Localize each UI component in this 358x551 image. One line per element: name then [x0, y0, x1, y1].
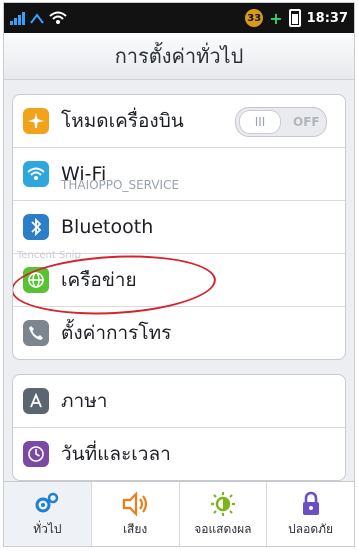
tab-display[interactable]: จอแสดงผล	[180, 482, 268, 546]
tab-sound[interactable]: เสียง	[92, 482, 180, 546]
bottom-tab-bar: ทั่วไป เสียง จอแสดงผล ปลอดภัย	[4, 481, 354, 546]
settings-group-1: โหมดเครื่องบิน III OFF Wi-Fi THAIOPPO_SE…	[12, 94, 346, 360]
airplane-mode-label: โหมดเครื่องบิน	[61, 110, 184, 132]
wifi-status-icon	[49, 11, 67, 24]
row-call-settings[interactable]: ตั้งค่าการโทร	[13, 307, 345, 359]
globe-icon	[23, 267, 49, 293]
row-network[interactable]: Tencent Snip เครือข่าย	[13, 250, 345, 320]
row-bluetooth[interactable]: Bluetooth	[13, 201, 345, 254]
tab-general-label: ทั่วไป	[33, 521, 62, 536]
title-bar: การตั้งค่าทั่วไป	[4, 33, 354, 80]
status-right: 33 + 18:37	[245, 9, 348, 28]
status-bar: 33 + 18:37	[4, 3, 354, 33]
plus-icon: +	[269, 8, 283, 28]
speaker-icon	[121, 490, 149, 518]
network-label: เครือข่าย	[61, 269, 137, 291]
clock-icon	[23, 441, 49, 467]
watermark-text: Tencent Snip	[17, 250, 81, 261]
gears-icon	[33, 490, 61, 518]
airplane-mode-toggle[interactable]: III OFF	[235, 107, 327, 137]
row-airplane-mode[interactable]: โหมดเครื่องบิน III OFF	[13, 95, 345, 148]
page-title: การตั้งค่าทั่วไป	[114, 44, 244, 68]
settings-screen: 33 + 18:37 การตั้งค่าทั่วไป โหมดเครื่องบ…	[3, 2, 355, 547]
signal-icon	[10, 11, 25, 25]
date-time-label: วันที่และเวลา	[61, 443, 171, 465]
battery-icon	[288, 9, 301, 27]
toggle-knob: III	[239, 110, 281, 134]
tab-general[interactable]: ทั่วไป	[4, 482, 92, 546]
bluetooth-label: Bluetooth	[61, 216, 154, 238]
row-date-time[interactable]: วันที่และเวลา	[13, 428, 345, 480]
status-left	[10, 11, 67, 25]
wifi-icon	[23, 161, 49, 187]
row-wifi[interactable]: Wi-Fi THAIOPPO_SERVICE	[13, 148, 345, 201]
data-arrow-icon	[30, 13, 44, 24]
tab-sound-label: เสียง	[122, 521, 148, 536]
settings-group-2: ภาษา วันที่และเวลา	[12, 374, 346, 481]
notification-badge: 33	[245, 9, 264, 27]
toggle-state-text: OFF	[293, 115, 320, 129]
language-label: ภาษา	[61, 390, 108, 412]
tab-security-label: ปลอดภัย	[288, 521, 334, 536]
tab-display-label: จอแสดงผล	[194, 521, 252, 536]
bluetooth-icon	[23, 214, 49, 240]
tab-security[interactable]: ปลอดภัย	[267, 482, 354, 546]
row-language[interactable]: ภาษา	[13, 375, 345, 428]
airplane-icon	[23, 108, 49, 134]
clock: 18:37	[306, 10, 348, 26]
phone-icon	[23, 320, 49, 346]
lock-icon	[297, 490, 325, 518]
wifi-network-name: THAIOPPO_SERVICE	[61, 178, 180, 192]
language-icon	[23, 388, 49, 414]
brightness-icon	[209, 490, 237, 518]
call-settings-label: ตั้งค่าการโทร	[61, 322, 172, 344]
